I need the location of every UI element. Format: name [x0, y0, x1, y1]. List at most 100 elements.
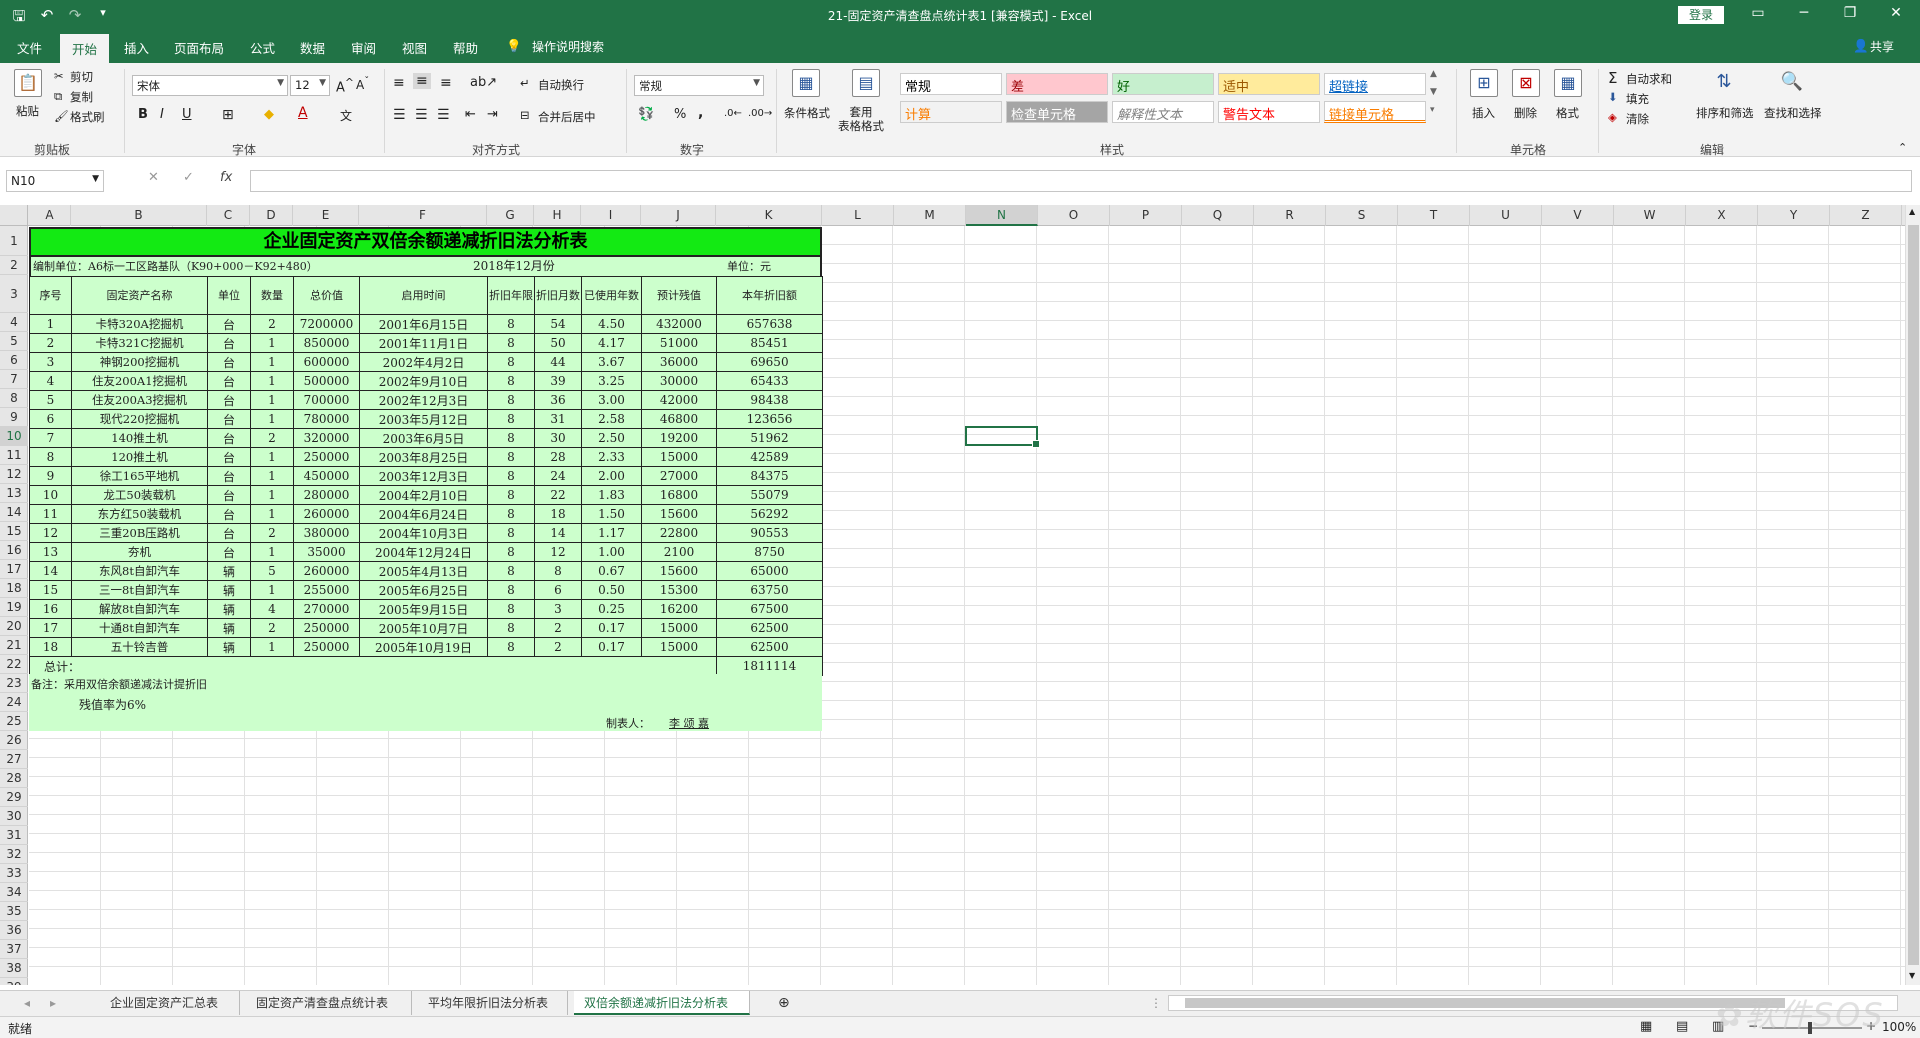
table-cell[interactable]: 辆: [207, 599, 251, 619]
table-cell[interactable]: 8: [487, 314, 535, 334]
table-cell[interactable]: 8: [487, 504, 535, 524]
table-cell[interactable]: 台: [207, 333, 251, 353]
table-cell[interactable]: 8: [487, 409, 535, 429]
table-cell[interactable]: 1: [250, 333, 294, 353]
clear-icon[interactable]: ◈: [1608, 110, 1617, 124]
table-cell[interactable]: 44: [534, 352, 582, 372]
tab-formulas[interactable]: 公式: [250, 38, 275, 57]
column-header-d[interactable]: D: [250, 205, 293, 226]
cell-style-option[interactable]: 链接单元格: [1324, 101, 1426, 123]
column-header-z[interactable]: Z: [1830, 205, 1902, 226]
table-cell[interactable]: 255000: [293, 580, 360, 600]
table-cell[interactable]: 4.50: [581, 314, 642, 334]
table-cell[interactable]: 2: [29, 333, 72, 353]
sheet-tab[interactable]: 固定资产清查盘点统计表: [246, 991, 412, 1015]
table-cell[interactable]: 69650: [716, 352, 823, 372]
table-cell[interactable]: 台: [207, 466, 251, 486]
increase-font-icon[interactable]: A^: [336, 76, 354, 95]
table-cell[interactable]: 2003年8月25日: [359, 447, 488, 467]
gallery-scroll-up-icon[interactable]: ▲: [1430, 69, 1437, 79]
table-cell[interactable]: 5: [29, 390, 72, 410]
paste-icon[interactable]: 📋: [14, 69, 42, 97]
table-cell[interactable]: 3.67: [581, 352, 642, 372]
merge-center-icon[interactable]: ⊟: [520, 108, 530, 122]
ribbon-display-options-icon[interactable]: ▭: [1738, 5, 1778, 21]
login-button[interactable]: 登录: [1678, 6, 1724, 24]
table-cell[interactable]: 8: [487, 542, 535, 562]
row-header-2[interactable]: 2: [0, 256, 28, 275]
table-cell[interactable]: 东方红50装载机: [71, 504, 208, 524]
table-cell[interactable]: 13: [29, 542, 72, 562]
table-cell[interactable]: 8: [487, 485, 535, 505]
table-cell[interactable]: 辆: [207, 580, 251, 600]
table-cell[interactable]: 14: [29, 561, 72, 581]
table-cell[interactable]: 22: [534, 485, 582, 505]
table-cell[interactable]: 2: [250, 523, 294, 543]
row-header-21[interactable]: 21: [0, 636, 28, 655]
insert-cells-icon[interactable]: ⊞: [1470, 69, 1498, 97]
bold-button[interactable]: B: [138, 107, 148, 122]
row-header-4[interactable]: 4: [0, 313, 28, 332]
table-cell[interactable]: 56292: [716, 504, 823, 524]
table-cell[interactable]: 19200: [641, 428, 717, 448]
table-cell[interactable]: 2004年10月3日: [359, 523, 488, 543]
table-cell[interactable]: 2: [250, 428, 294, 448]
table-cell[interactable]: 8: [487, 466, 535, 486]
column-header-y[interactable]: Y: [1758, 205, 1830, 226]
row-header-23[interactable]: 23: [0, 674, 28, 693]
align-middle-icon[interactable]: ≡: [413, 73, 431, 89]
vertical-scrollbar[interactable]: ▲ ▼: [1905, 205, 1920, 985]
table-cell[interactable]: 2003年6月5日: [359, 428, 488, 448]
table-cell[interactable]: 3.00: [581, 390, 642, 410]
table-cell[interactable]: 5: [250, 561, 294, 581]
insert-function-icon[interactable]: fx: [220, 170, 232, 185]
table-cell[interactable]: 39: [534, 371, 582, 391]
phonetic-icon[interactable]: 文: [340, 107, 352, 124]
table-cell[interactable]: 8: [487, 352, 535, 372]
table-cell[interactable]: 1: [250, 447, 294, 467]
table-cell[interactable]: 30: [534, 428, 582, 448]
table-cell[interactable]: 东风8t自卸汽车: [71, 561, 208, 581]
table-cell[interactable]: 63750: [716, 580, 823, 600]
table-cell[interactable]: 50: [534, 333, 582, 353]
row-header-15[interactable]: 15: [0, 522, 28, 541]
row-header-32[interactable]: 32: [0, 845, 28, 864]
table-cell[interactable]: 现代220挖掘机: [71, 409, 208, 429]
column-header-x[interactable]: X: [1686, 205, 1758, 226]
increase-indent-icon[interactable]: ⇥: [487, 107, 498, 122]
table-cell[interactable]: 65000: [716, 561, 823, 581]
column-header-o[interactable]: O: [1038, 205, 1110, 226]
row-header-35[interactable]: 35: [0, 902, 28, 921]
table-cell[interactable]: 2001年11月1日: [359, 333, 488, 353]
note-residual-rate[interactable]: 残值率为6%: [79, 696, 146, 713]
row-header-27[interactable]: 27: [0, 750, 28, 769]
close-icon[interactable]: ✕: [1876, 5, 1916, 21]
table-cell[interactable]: 4: [250, 599, 294, 619]
delete-cells-icon[interactable]: ⊠: [1512, 69, 1540, 97]
table-cell[interactable]: 6: [534, 580, 582, 600]
table-cell[interactable]: 450000: [293, 466, 360, 486]
table-cell[interactable]: 17: [29, 618, 72, 638]
table-cell[interactable]: 8750: [716, 542, 823, 562]
table-cell[interactable]: 2005年9月15日: [359, 599, 488, 619]
report-title[interactable]: 企业固定资产双倍余额递减折旧法分析表: [29, 227, 822, 257]
table-cell[interactable]: 54: [534, 314, 582, 334]
table-cell[interactable]: 42000: [641, 390, 717, 410]
percent-button[interactable]: %: [674, 107, 686, 122]
table-cell[interactable]: 2: [534, 637, 582, 657]
row-header-17[interactable]: 17: [0, 560, 28, 579]
row-header-14[interactable]: 14: [0, 503, 28, 522]
maker-label[interactable]: 制表人：: [606, 715, 650, 731]
table-cell[interactable]: 住友200A3挖掘机: [71, 390, 208, 410]
table-cell[interactable]: 3: [29, 352, 72, 372]
table-cell[interactable]: 8: [487, 428, 535, 448]
underline-button[interactable]: U: [182, 107, 192, 122]
table-cell[interactable]: 2.50: [581, 428, 642, 448]
table-cell[interactable]: 2005年4月13日: [359, 561, 488, 581]
column-header-s[interactable]: S: [1326, 205, 1398, 226]
tab-help[interactable]: 帮助: [453, 38, 478, 57]
column-heading[interactable]: 已使用年数: [581, 276, 642, 315]
table-cell[interactable]: 600000: [293, 352, 360, 372]
tab-data[interactable]: 数据: [300, 38, 325, 57]
row-header-37[interactable]: 37: [0, 940, 28, 959]
